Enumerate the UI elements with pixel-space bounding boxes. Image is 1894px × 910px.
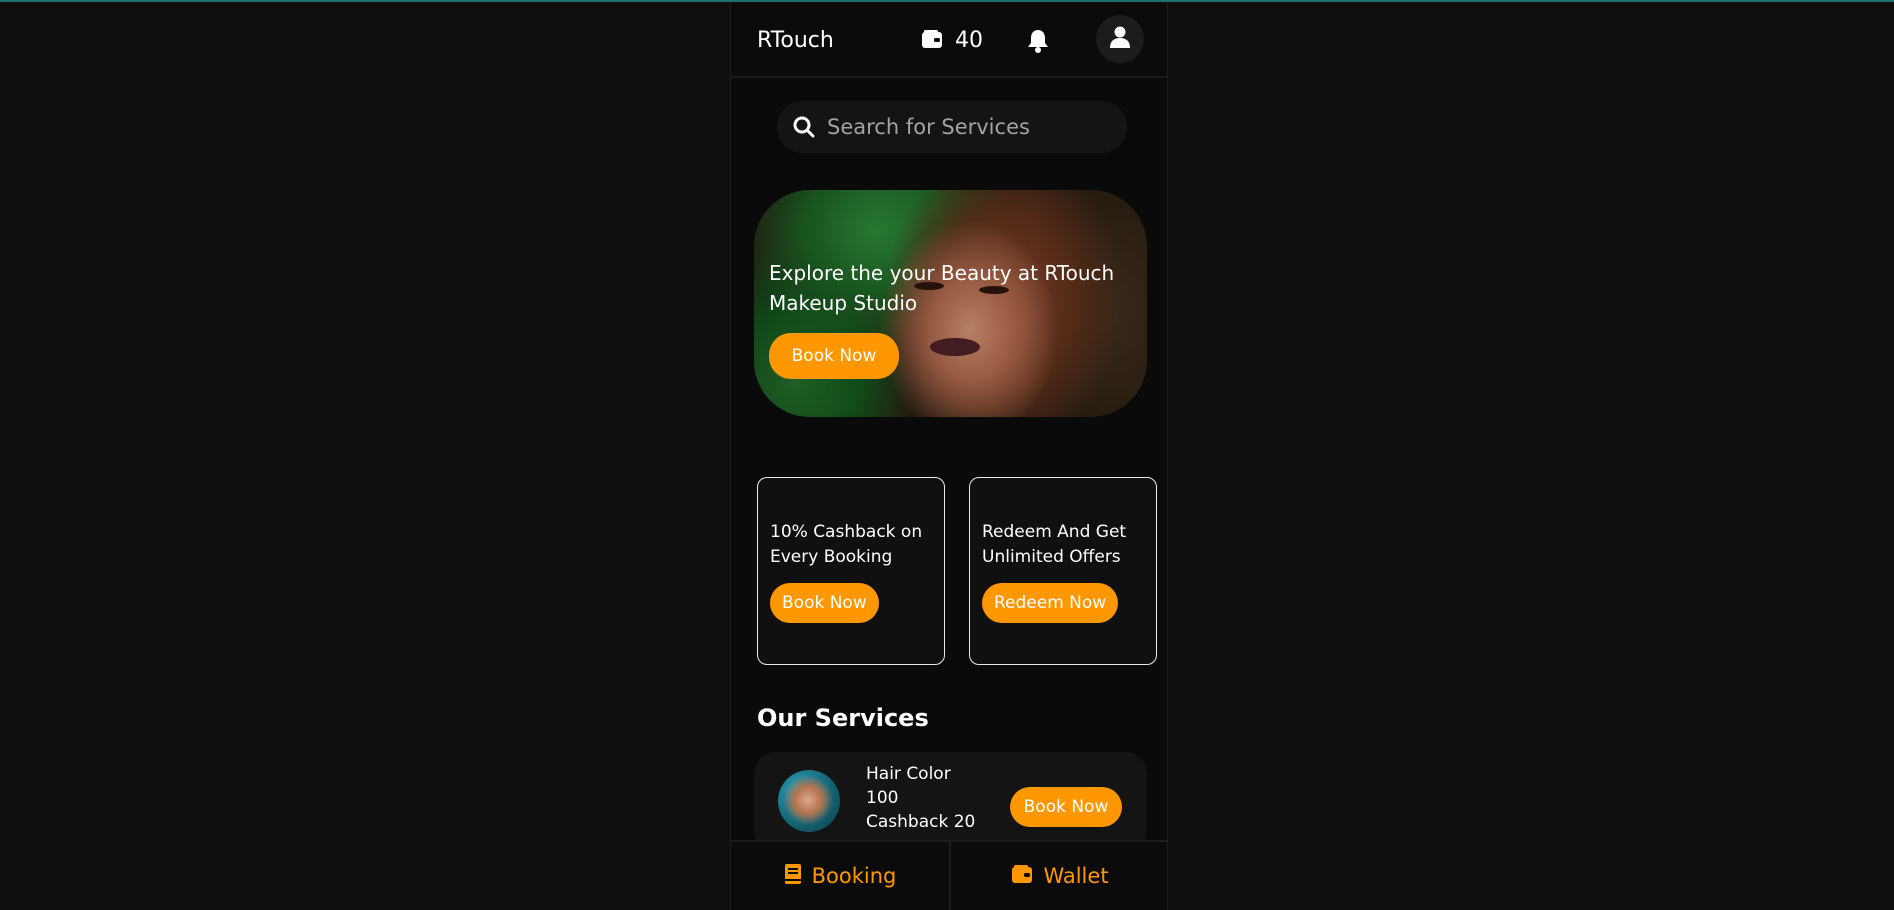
redeem-offer-card: Redeem And Get Unlimited Offers Redeem N…	[969, 477, 1157, 665]
wallet-count: 40	[955, 28, 983, 53]
offer-book-now-button[interactable]: Book Now	[770, 583, 879, 623]
wallet-balance[interactable]: 40	[921, 28, 983, 53]
section-title-our-services: Our Services	[757, 704, 929, 732]
search-bar	[777, 101, 1127, 153]
nav-item-booking[interactable]: Booking	[731, 842, 949, 910]
offer-text: 10% Cashback on Every Booking	[770, 522, 923, 567]
hero-title: Explore the your Beauty at RTouch Makeup…	[769, 261, 1115, 315]
search-icon	[793, 116, 815, 138]
bottom-nav: Booking Wallet	[731, 840, 1167, 910]
wallet-icon	[921, 29, 943, 53]
bell-icon[interactable]	[1027, 29, 1049, 57]
redeem-now-button[interactable]: Redeem Now	[982, 583, 1119, 623]
brand-name[interactable]: RTouch	[757, 28, 834, 53]
app-header: RTouch 40	[731, 2, 1167, 78]
wallet-icon	[1011, 864, 1033, 889]
service-avatar	[778, 770, 840, 832]
service-book-now-button[interactable]: Book Now	[1010, 787, 1122, 827]
cashback-offer-card: 10% Cashback on Every Booking Book Now	[757, 477, 945, 665]
hero-banner: Explore the your Beauty at RTouch Makeup…	[754, 190, 1147, 417]
profile-button[interactable]	[1096, 15, 1144, 63]
user-icon	[1110, 26, 1130, 52]
nav-label: Booking	[811, 864, 897, 888]
hero-book-now-button[interactable]: Book Now	[769, 333, 899, 379]
search-input[interactable]	[827, 107, 1107, 147]
nav-label: Wallet	[1043, 864, 1109, 888]
service-info: Hair Color 100 Cashback 20	[866, 762, 975, 834]
service-price: 100	[866, 788, 899, 808]
service-name: Hair Color	[866, 764, 951, 784]
nav-item-wallet[interactable]: Wallet	[949, 842, 1167, 910]
app-frame: RTouch 40 Search for Services Explore th…	[730, 2, 1168, 910]
service-cashback: Cashback 20	[866, 812, 976, 832]
offer-text: Redeem And Get Unlimited Offers	[982, 522, 1127, 567]
book-icon	[784, 863, 802, 890]
service-card-hair-color[interactable]: Hair Color 100 Cashback 20 Book Now	[754, 752, 1147, 852]
